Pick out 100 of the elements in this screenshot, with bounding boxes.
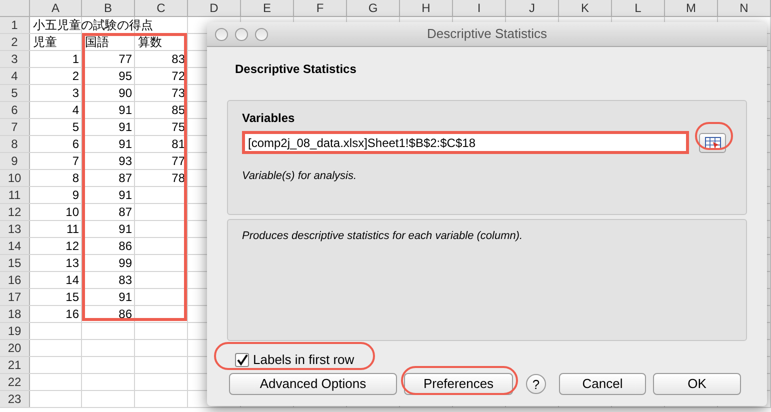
table-cell-text: 86 — [118, 306, 133, 322]
column-header[interactable]: D — [188, 0, 241, 16]
row-header[interactable]: 17 — [0, 289, 30, 305]
row-header[interactable]: 12 — [0, 204, 30, 220]
column-header[interactable]: E — [241, 0, 294, 16]
checkbox[interactable] — [235, 352, 249, 367]
table-cell-text: 7 — [71, 153, 80, 169]
column-header[interactable]: N — [718, 0, 771, 16]
row-header[interactable]: 3 — [0, 51, 30, 67]
minimize-window-button[interactable] — [235, 28, 248, 41]
table-cell-text: 91 — [118, 119, 133, 135]
row-header[interactable]: 11 — [0, 187, 30, 203]
column-header[interactable]: G — [347, 0, 400, 16]
table-cell-text: 95 — [118, 68, 133, 84]
table-cell-text: 1 — [71, 51, 80, 67]
row-header[interactable]: 1 — [0, 17, 30, 33]
column-header[interactable]: A — [30, 0, 82, 16]
table-cell-text: 10 — [64, 204, 80, 220]
row-header[interactable]: 13 — [0, 221, 30, 237]
row-header[interactable]: 14 — [0, 238, 30, 254]
column-header[interactable]: J — [506, 0, 559, 16]
row-header[interactable]: 8 — [0, 136, 30, 152]
row-header[interactable]: 18 — [0, 306, 30, 322]
table-cell-text: 77 — [170, 153, 186, 169]
row-header[interactable]: 20 — [0, 340, 30, 356]
table-cell-text: 小五児童の試験の得点 — [32, 17, 154, 33]
table-cell-text: 9 — [71, 187, 80, 203]
zoom-window-button[interactable] — [255, 28, 268, 41]
table-cell-text: 91 — [118, 136, 133, 152]
table-cell-text: 77 — [118, 51, 133, 67]
range-picker-button[interactable] — [699, 132, 726, 152]
column-header[interactable]: M — [665, 0, 718, 16]
labels-checkbox[interactable]: Labels in first row — [235, 350, 354, 370]
table-cell-text: 91 — [118, 289, 133, 305]
variables-label: Variables — [242, 110, 296, 127]
cancel-button[interactable]: Cancel — [559, 372, 646, 394]
table-cell-text: 8 — [71, 170, 80, 186]
table-cell-text: 78 — [170, 170, 186, 186]
table-cell-text: 15 — [64, 289, 80, 305]
row-header[interactable]: 9 — [0, 153, 30, 169]
row-header[interactable]: 7 — [0, 119, 30, 135]
table-cell-text: 87 — [118, 204, 133, 220]
table-cell-text: 児童 — [32, 34, 58, 50]
column-header[interactable]: H — [400, 0, 453, 16]
window-title: Descriptive Statistics — [427, 25, 547, 44]
row-header[interactable]: 16 — [0, 272, 30, 288]
ok-button[interactable]: OK — [653, 372, 741, 394]
column-header[interactable]: I — [453, 0, 506, 16]
table-cell-text: 11 — [66, 221, 80, 237]
row-header[interactable]: 19 — [0, 323, 30, 339]
table-cell-text: 算数 — [137, 34, 163, 50]
row-header[interactable]: 4 — [0, 68, 30, 84]
table-cell-text: 91 — [118, 187, 133, 203]
column-header[interactable]: B — [82, 0, 135, 16]
table-cell-text: 13 — [64, 255, 80, 271]
check-icon — [236, 354, 248, 366]
help-button[interactable]: ? — [526, 374, 546, 394]
table-cell-text: 14 — [64, 272, 80, 288]
advanced-options-button[interactable]: Advanced Options — [229, 372, 397, 394]
table-cell-text: 4 — [71, 102, 80, 118]
table-cell-text: 81 — [170, 136, 186, 152]
row-header[interactable]: 10 — [0, 170, 30, 186]
column-header[interactable]: C — [135, 0, 188, 16]
description-text: Produces descriptive statistics for each variable (column). — [242, 230, 523, 242]
table-cell-text: 16 — [64, 306, 80, 322]
row-header[interactable]: 2 — [0, 34, 30, 50]
variables-field[interactable]: [comp2j_08_data.xlsx]Sheet1!$B$2:$C$18 — [242, 131, 689, 154]
row-header[interactable]: 15 — [0, 255, 30, 271]
row-header[interactable]: 5 — [0, 85, 30, 101]
close-window-button[interactable] — [215, 28, 228, 41]
variables-hint: Variable(s) for analysis. — [242, 169, 358, 184]
table-cell-text: 99 — [118, 255, 133, 271]
table-cell-text: 85 — [170, 102, 186, 118]
dialog-heading: Descriptive Statistics — [235, 61, 358, 78]
table-cell-text: 87 — [118, 170, 133, 186]
table-cell-text: 5 — [71, 119, 80, 135]
table-icon — [704, 136, 720, 148]
column-header[interactable]: K — [559, 0, 612, 16]
table-cell-text: 12 — [64, 238, 80, 254]
row-header[interactable]: 21 — [0, 357, 30, 373]
table-cell-text: 72 — [170, 68, 186, 84]
table-cell-text: 6 — [71, 136, 80, 152]
table-cell-text: 3 — [71, 85, 80, 101]
table-cell-text: 91 — [118, 102, 133, 118]
column-header[interactable]: L — [612, 0, 665, 16]
table-cell-text: 国語 — [84, 34, 110, 50]
table-cell-text: 90 — [118, 85, 133, 101]
table-cell-text: 83 — [170, 51, 186, 67]
preferences-button[interactable]: Preferences — [404, 372, 513, 394]
row-header[interactable]: 23 — [0, 391, 30, 407]
table-cell-text: 86 — [118, 238, 133, 254]
table-cell-text: 91 — [118, 221, 133, 237]
row-header[interactable]: 6 — [0, 102, 30, 118]
table-cell-text: 73 — [170, 85, 186, 101]
table-cell-text: 2 — [71, 68, 80, 84]
table-cell-text: 75 — [170, 119, 186, 135]
row-header[interactable]: 22 — [0, 374, 30, 390]
table-cell-text: 83 — [118, 272, 133, 288]
column-header[interactable]: F — [294, 0, 347, 16]
table-cell-text: 93 — [118, 153, 133, 169]
